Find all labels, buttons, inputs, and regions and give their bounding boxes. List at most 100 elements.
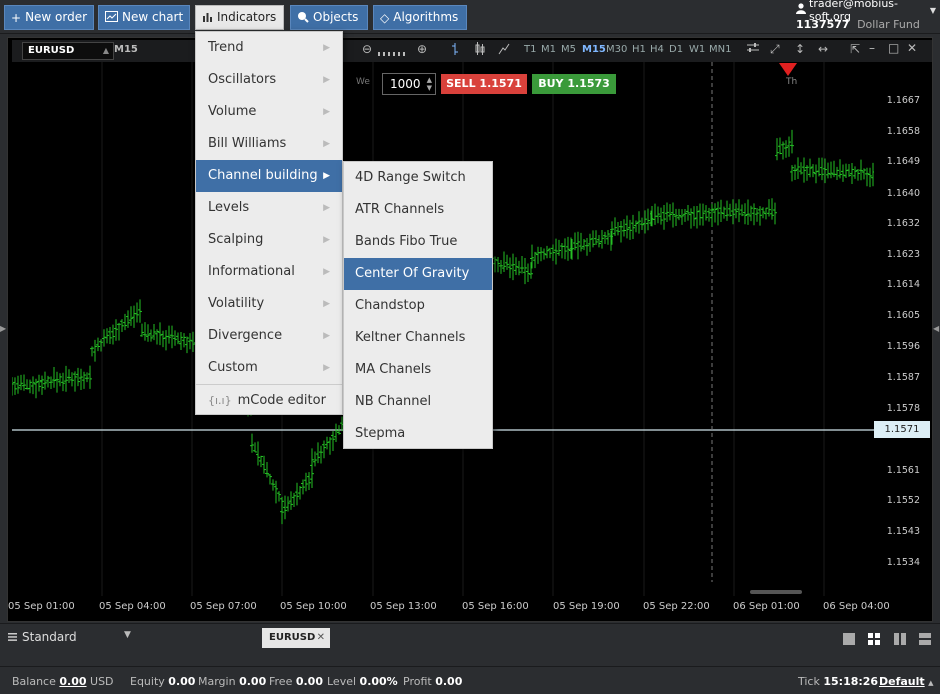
profit-label: Profit bbox=[403, 675, 432, 688]
quantity-input[interactable]: 1000 ▲ ▼ bbox=[382, 73, 436, 95]
quantity-spinner-icon[interactable]: ▲ ▼ bbox=[427, 76, 432, 92]
collapse-right-icon[interactable]: ◀ bbox=[933, 324, 939, 333]
candle bbox=[167, 325, 171, 344]
timeframe-m30[interactable]: M30 bbox=[606, 44, 627, 55]
submenu-arrow-icon: ▶ bbox=[323, 363, 330, 373]
candle bbox=[725, 200, 729, 221]
collapse-left-icon[interactable]: ▶ bbox=[0, 324, 6, 333]
timeframe-w1[interactable]: W1 bbox=[689, 44, 705, 55]
timeframe-m1[interactable]: M1 bbox=[541, 44, 556, 55]
submenu-item-chandstop[interactable]: Chandstop bbox=[344, 290, 492, 322]
candle bbox=[520, 256, 524, 274]
candle-type-icon[interactable] bbox=[474, 42, 486, 59]
candle bbox=[784, 140, 788, 158]
submenu-item-bands-fibo-true[interactable]: Bands Fibo True bbox=[344, 226, 492, 258]
maximize-icon[interactable]: □ bbox=[888, 41, 899, 55]
menu-item-trend[interactable]: Trend ▶ bbox=[196, 32, 342, 64]
profit-value: 0.00 bbox=[435, 675, 463, 688]
submenu-item-atr-channels[interactable]: ATR Channels bbox=[344, 194, 492, 226]
time-axis[interactable]: 05 Sep 01:00 05 Sep 04:00 05 Sep 07:00 05 S… bbox=[8, 590, 932, 620]
menu-item-volatility[interactable]: Volatility ▶ bbox=[196, 288, 342, 320]
layout-rows-icon[interactable] bbox=[918, 631, 932, 645]
bar-type-icon[interactable] bbox=[450, 42, 460, 59]
menu-item-levels[interactable]: Levels ▶ bbox=[196, 192, 342, 224]
workspace-dropdown-icon[interactable]: ▼ bbox=[124, 630, 131, 640]
new-order-button[interactable]: + New order bbox=[4, 5, 94, 30]
menu-item-channel-building[interactable]: Channel building ▶ bbox=[196, 160, 342, 192]
line-type-icon[interactable] bbox=[498, 42, 510, 59]
submenu-arrow-icon: ▶ bbox=[323, 171, 330, 181]
layout-single-icon[interactable] bbox=[842, 631, 856, 645]
layout-grid-icon[interactable] bbox=[867, 631, 881, 645]
expand-diagonal-icon[interactable]: ⤢ bbox=[770, 42, 780, 57]
price-tick: 1.1632 bbox=[886, 218, 920, 229]
price-tick: 1.1534 bbox=[886, 557, 920, 568]
timeframe-d1[interactable]: D1 bbox=[669, 44, 683, 55]
buy-button[interactable]: BUY 1.1573 bbox=[532, 74, 616, 94]
zoom-out-icon[interactable]: ⊖ bbox=[362, 42, 372, 56]
symbol-selector[interactable]: EURUSD ▲▼ bbox=[22, 42, 114, 71]
close-tab-icon[interactable]: ✕ bbox=[317, 628, 325, 648]
timeframe-m15[interactable]: M15 bbox=[582, 44, 606, 55]
indicators-button[interactable]: Indicators bbox=[195, 5, 284, 30]
close-chart-icon[interactable]: ✕ bbox=[907, 41, 917, 55]
popout-icon[interactable]: ⇱ bbox=[850, 42, 860, 56]
horizontal-resize-icon[interactable]: ↔ bbox=[818, 42, 828, 56]
horizontal-scrollbar[interactable] bbox=[750, 590, 802, 594]
candle bbox=[719, 199, 723, 223]
candle bbox=[841, 164, 845, 182]
objects-button[interactable]: Objects bbox=[290, 5, 368, 30]
menu-item-volume[interactable]: Volume ▶ bbox=[196, 96, 342, 128]
candle bbox=[138, 299, 142, 323]
layout-columns-icon[interactable] bbox=[893, 631, 907, 645]
price-tick: 1.1605 bbox=[886, 310, 920, 321]
candle bbox=[600, 229, 604, 249]
quantity-value: 1000 bbox=[390, 77, 421, 91]
timeframe-t1[interactable]: T1 bbox=[524, 44, 536, 55]
submenu-arrow-icon: ▶ bbox=[323, 331, 330, 341]
candle bbox=[573, 232, 577, 251]
menu-item-bill-williams[interactable]: Bill Williams ▶ bbox=[196, 128, 342, 160]
timeframe-mn1[interactable]: MN1 bbox=[709, 44, 731, 55]
mcode-editor-item[interactable]: {ı.ı} mCode editor bbox=[196, 384, 342, 416]
submenu-item-center-of-gravity[interactable]: Center Of Gravity bbox=[344, 258, 492, 290]
default-selector[interactable]: Default ▲ bbox=[879, 675, 934, 688]
default-label: Default bbox=[879, 675, 925, 688]
chart-tab-eurusd[interactable]: EURUSD ✕ bbox=[262, 628, 330, 648]
new-chart-button[interactable]: New chart bbox=[98, 5, 190, 30]
timeframe-m5[interactable]: M5 bbox=[561, 44, 576, 55]
candle bbox=[268, 473, 272, 485]
candle bbox=[734, 203, 738, 219]
algorithms-button[interactable]: ◇ Algorithms bbox=[373, 5, 467, 30]
account-dropdown-icon[interactable]: ▼ bbox=[930, 6, 936, 15]
menu-item-oscillators[interactable]: Oscillators ▶ bbox=[196, 64, 342, 96]
submenu-item-ma-chanels[interactable]: MA Chanels bbox=[344, 354, 492, 386]
account-info: trader@mobius-soft.org ▼ 1137577 Dollar … bbox=[792, 0, 940, 34]
new-order-label: New order bbox=[25, 10, 88, 24]
submenu-item-nb-channel[interactable]: NB Channel bbox=[344, 386, 492, 418]
sell-button[interactable]: SELL 1.1571 bbox=[441, 74, 527, 94]
candle bbox=[677, 208, 681, 221]
workspace-selector[interactable]: Standard bbox=[8, 630, 77, 644]
submenu-item-keltner-channels[interactable]: Keltner Channels bbox=[344, 322, 492, 354]
submenu-item-4d-range-switch[interactable]: 4D Range Switch bbox=[344, 162, 492, 194]
candle bbox=[835, 166, 839, 181]
candle bbox=[799, 162, 803, 175]
zoom-in-icon[interactable]: ⊕ bbox=[417, 42, 427, 56]
menu-item-scalping[interactable]: Scalping ▶ bbox=[196, 224, 342, 256]
menu-item-informational[interactable]: Informational ▶ bbox=[196, 256, 342, 288]
timeframe-h1[interactable]: H1 bbox=[632, 44, 646, 55]
submenu-item-stepma[interactable]: Stepma bbox=[344, 418, 492, 450]
timeframe-h4[interactable]: H4 bbox=[650, 44, 664, 55]
price-axis[interactable]: 1.1667 1.1658 1.1649 1.1640 1.1632 1.1623 1.16… bbox=[874, 62, 932, 596]
menu-item-custom[interactable]: Custom ▶ bbox=[196, 352, 342, 384]
candle bbox=[606, 230, 610, 245]
menu-item-divergence[interactable]: Divergence ▶ bbox=[196, 320, 342, 352]
indicator-settings-icon[interactable] bbox=[746, 42, 760, 57]
candle bbox=[695, 205, 699, 229]
vertical-resize-icon[interactable]: ↕ bbox=[795, 42, 805, 56]
candle bbox=[298, 485, 302, 500]
candle bbox=[613, 217, 617, 236]
minimize-icon[interactable]: – bbox=[869, 41, 875, 55]
menu-item-label: Scalping bbox=[208, 232, 264, 247]
